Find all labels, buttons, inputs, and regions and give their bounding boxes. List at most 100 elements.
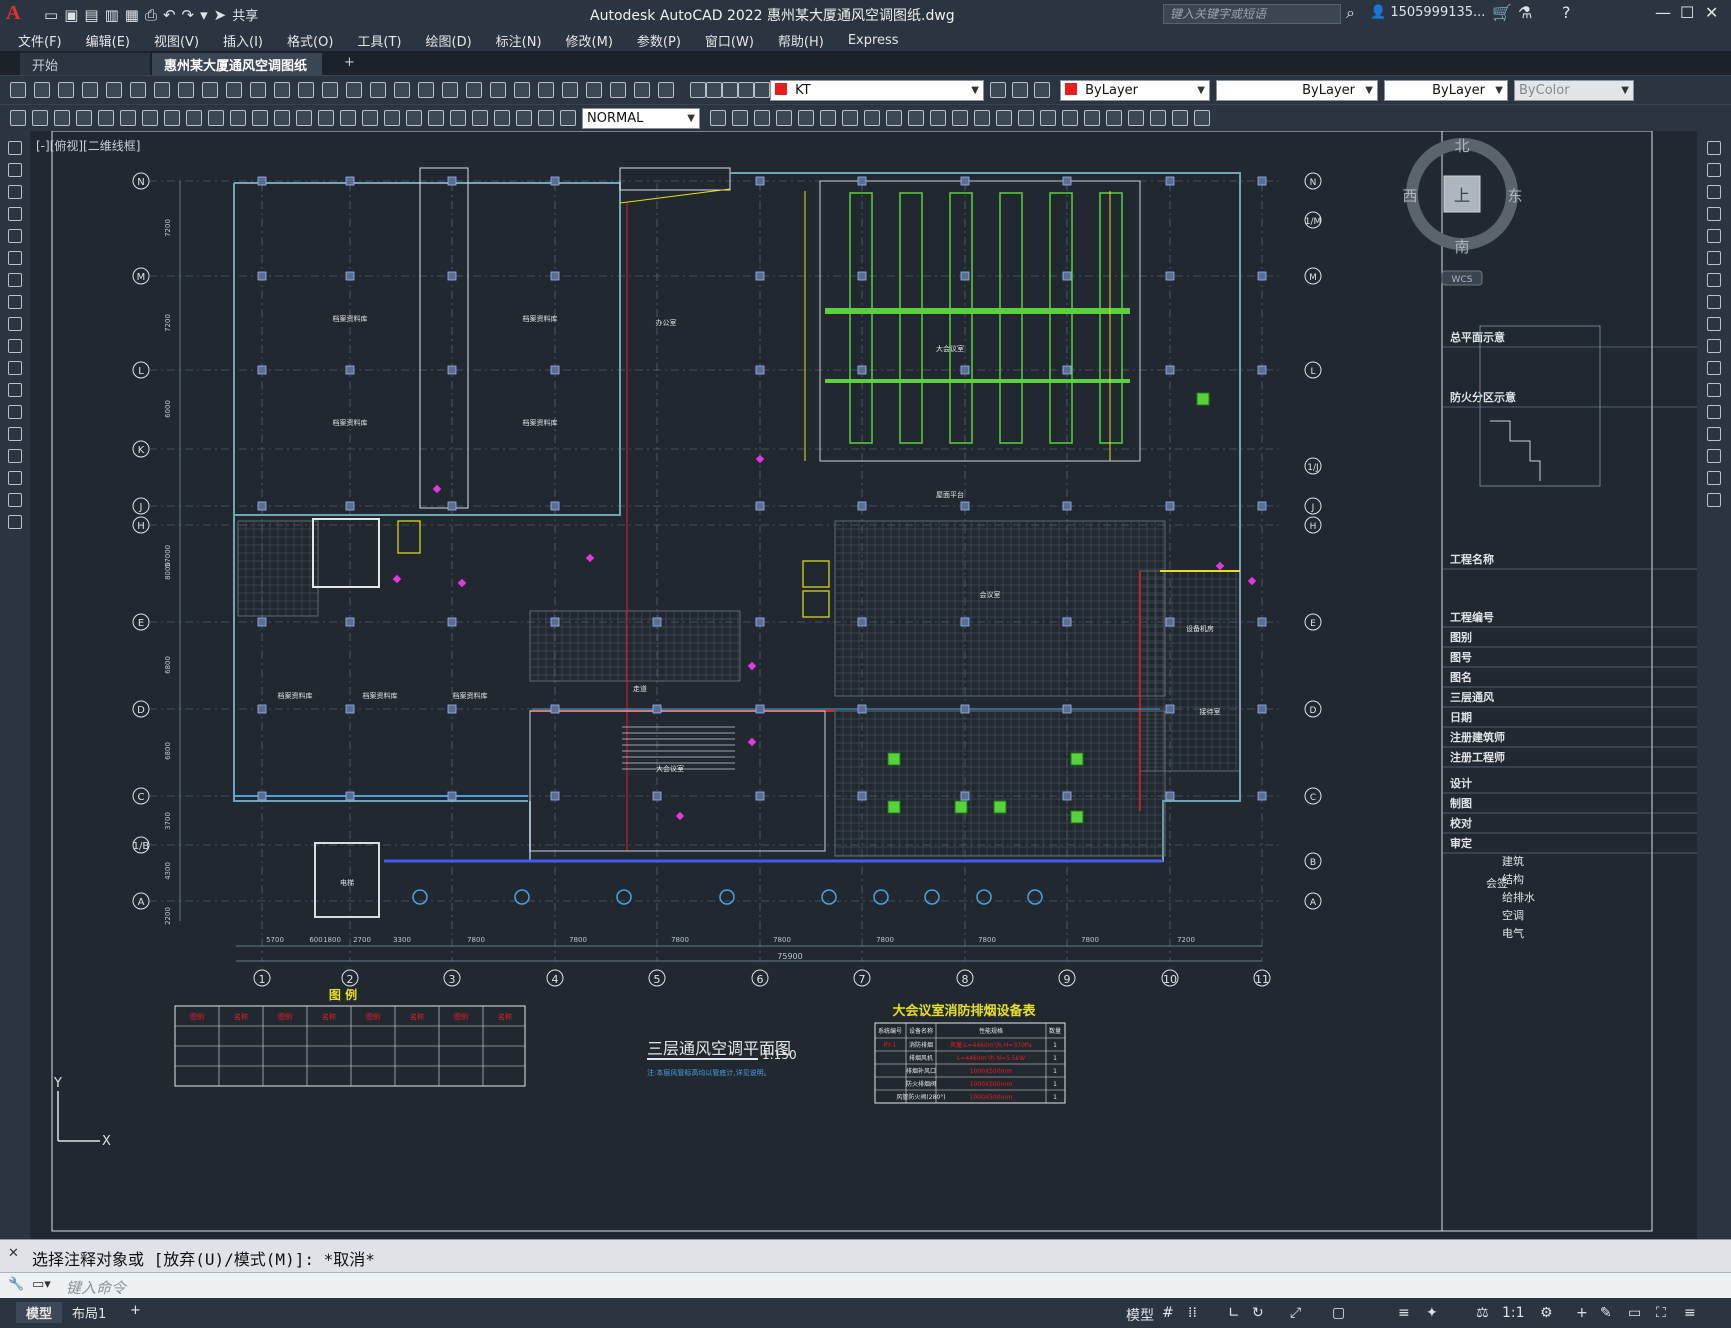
toolbar2-icon-4[interactable] [98, 110, 114, 126]
toolbar2-icon-35[interactable] [908, 110, 924, 126]
close-command-icon[interactable]: ✕ [8, 1246, 19, 1261]
draw-tool-7[interactable] [8, 295, 22, 309]
draw-tool-5[interactable] [8, 251, 22, 265]
grid-icon[interactable]: # [1162, 1305, 1174, 1321]
user-account[interactable]: 👤 1505999135... [1370, 5, 1485, 20]
menu-item-4[interactable]: 格式(O) [287, 31, 333, 50]
toolbar2-icon-20[interactable] [450, 110, 466, 126]
toolbar2-icon-36[interactable] [930, 110, 946, 126]
plot-icon[interactable]: ⎙ [145, 6, 157, 24]
menu-item-6[interactable]: 绘图(D) [426, 31, 472, 50]
plus-icon[interactable]: + [1576, 1305, 1588, 1321]
wrench-icon[interactable]: 🔧 [8, 1277, 24, 1292]
toolbar2-icon-32[interactable] [842, 110, 858, 126]
menu-item-5[interactable]: 工具(T) [357, 31, 401, 50]
menu-item-7[interactable]: 标注(N) [496, 31, 542, 50]
draw-tool-10[interactable] [8, 361, 22, 375]
toolbar1-icon-30[interactable] [722, 82, 738, 98]
toolbar1-icon-31[interactable] [738, 82, 754, 98]
clean-screen-icon[interactable]: ⛶ [1656, 1305, 1666, 1321]
modify-tool-9[interactable] [1707, 339, 1721, 353]
draw-tool-17[interactable] [8, 515, 22, 529]
search-icon[interactable]: ⌕ [1346, 3, 1355, 23]
draw-tool-9[interactable] [8, 339, 22, 353]
toolbar1-icon-34[interactable] [1012, 82, 1028, 98]
toolbar2-icon-25[interactable] [560, 110, 576, 126]
save-as-icon[interactable]: ▥ [105, 6, 119, 24]
toolbar1-icon-20[interactable] [490, 82, 506, 98]
command-prompt-icon[interactable]: ▭▾ [32, 1277, 51, 1292]
toolbar2-icon-10[interactable] [230, 110, 246, 126]
drawing-canvas[interactable]: 1 2 3 4 5 6 7 8 9 10 11 N M L K J H E D C 1/B A N 1/M M L 1/J J H E D C… [30, 131, 1697, 1239]
toolbar2-icon-39[interactable] [996, 110, 1012, 126]
draw-tool-8[interactable] [8, 317, 22, 331]
modify-tool-10[interactable] [1707, 361, 1721, 375]
toolbar2-icon-21[interactable] [472, 110, 488, 126]
polar-icon[interactable]: ↻ [1252, 1305, 1264, 1321]
toolbar1-icon-24[interactable] [586, 82, 602, 98]
menu-item-0[interactable]: 文件(F) [18, 31, 62, 50]
toolbar1-icon-14[interactable] [346, 82, 362, 98]
toolbar2-icon-37[interactable] [952, 110, 968, 126]
toolbar2-icon-41[interactable] [1040, 110, 1056, 126]
toolbar2-icon-28[interactable] [754, 110, 770, 126]
toolbar2-icon-29[interactable] [776, 110, 792, 126]
help-icon[interactable]: ? [1562, 3, 1571, 22]
modify-tool-0[interactable] [1707, 141, 1721, 155]
modify-tool-12[interactable] [1707, 405, 1721, 419]
draw-tool-16[interactable] [8, 493, 22, 507]
modify-tool-2[interactable] [1707, 185, 1721, 199]
draw-tool-2[interactable] [8, 185, 22, 199]
draw-tool-3[interactable] [8, 207, 22, 221]
save-icon[interactable]: ▤ [84, 6, 98, 24]
toolbar2-icon-3[interactable] [76, 110, 92, 126]
toolbar1-icon-5[interactable] [130, 82, 146, 98]
toolbar2-icon-40[interactable] [1018, 110, 1034, 126]
draw-tool-11[interactable] [8, 383, 22, 397]
modify-tool-13[interactable] [1707, 427, 1721, 441]
toolbar1-icon-26[interactable] [634, 82, 650, 98]
toolbar1-icon-17[interactable] [418, 82, 434, 98]
toolbar1-icon-25[interactable] [610, 82, 626, 98]
toolbar1-icon-3[interactable] [82, 82, 98, 98]
toolbar1-icon-16[interactable] [394, 82, 410, 98]
cart-icon[interactable]: 🛒 [1492, 3, 1512, 22]
draw-tool-12[interactable] [8, 405, 22, 419]
toolbar1-icon-18[interactable] [442, 82, 458, 98]
close-icon[interactable]: ✕ [1705, 3, 1718, 22]
modify-tool-16[interactable] [1707, 493, 1721, 507]
add-layout-button[interactable]: + [120, 1302, 151, 1319]
customize-dropdown-icon[interactable]: ▾ [200, 6, 208, 24]
model-space-button[interactable]: 模型 [1126, 1305, 1154, 1325]
tab-start[interactable]: 开始 [20, 53, 150, 75]
toolbar2-icon-47[interactable] [1172, 110, 1188, 126]
color-dropdown[interactable]: ByLayer ▼ [1060, 80, 1210, 101]
toolbar2-icon-16[interactable] [362, 110, 378, 126]
lineweight-dropdown[interactable]: ByLayer ▼ [1384, 80, 1508, 101]
viewport-controls[interactable]: [-][俯视][二维线框] [36, 137, 140, 154]
modify-tool-1[interactable] [1707, 163, 1721, 177]
redo-icon[interactable]: ↷ [182, 6, 195, 24]
toolbar2-icon-42[interactable] [1062, 110, 1078, 126]
linetype-dropdown[interactable]: ByLayer ▼ [1216, 80, 1378, 101]
toolbar2-icon-2[interactable] [54, 110, 70, 126]
toolbar2-icon-38[interactable] [974, 110, 990, 126]
toolbar2-icon-19[interactable] [428, 110, 444, 126]
draw-tool-14[interactable] [8, 449, 22, 463]
menu-item-1[interactable]: 编辑(E) [86, 31, 130, 50]
toolbar2-icon-46[interactable] [1150, 110, 1166, 126]
toolbar2-icon-13[interactable] [296, 110, 312, 126]
modify-tool-15[interactable] [1707, 471, 1721, 485]
search-input[interactable]: 键入关键字或短语 [1163, 4, 1341, 24]
toolbar1-icon-6[interactable] [154, 82, 170, 98]
isolate-icon[interactable]: ✎ [1600, 1305, 1612, 1321]
toolbar1-icon-32[interactable] [754, 82, 770, 98]
isodraft-icon[interactable]: ⤢ [1290, 1305, 1301, 1321]
workspace-gear-icon[interactable]: ⚙ [1540, 1305, 1553, 1321]
autocad-logo-icon[interactable]: A [6, 2, 32, 28]
toolbar1-icon-8[interactable] [202, 82, 218, 98]
open-icon[interactable]: ▣ [64, 6, 78, 24]
toolbar2-icon-14[interactable] [318, 110, 334, 126]
command-input[interactable]: 键入命令 [66, 1277, 126, 1298]
modify-tool-8[interactable] [1707, 317, 1721, 331]
